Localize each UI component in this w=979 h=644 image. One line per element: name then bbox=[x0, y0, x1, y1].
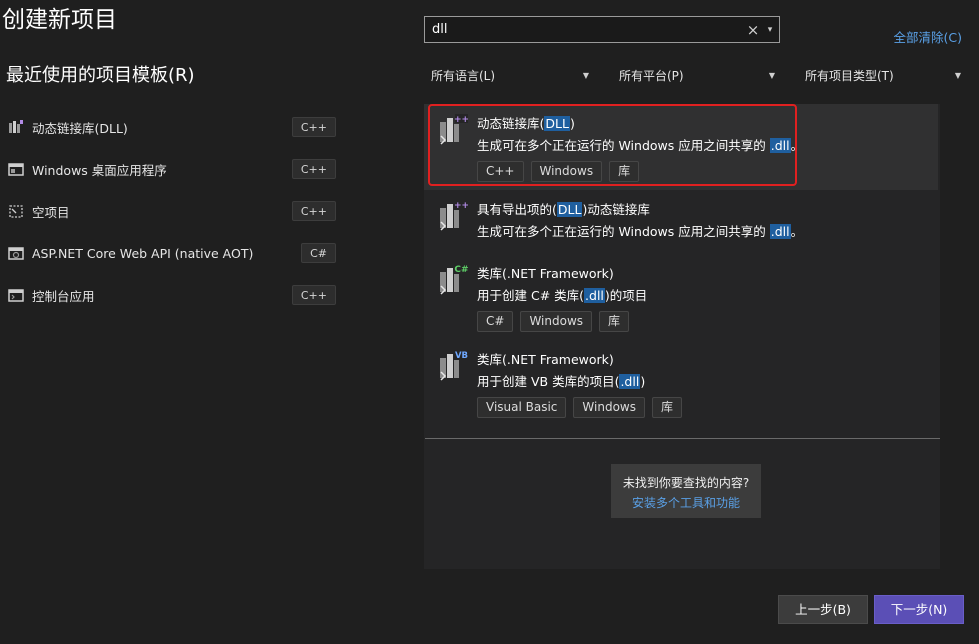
clear-all-link[interactable]: 全部清除(C) bbox=[894, 27, 962, 46]
search-clear-icon[interactable]: × bbox=[745, 21, 761, 39]
recent-template-tag: C++ bbox=[291, 159, 336, 179]
tag-type: 库 bbox=[652, 397, 683, 418]
recent-template-label: Windows 桌面应用程序 bbox=[32, 162, 167, 178]
match-highlight: .dll bbox=[619, 374, 641, 389]
result-name: 类库(.NET Framework) bbox=[477, 352, 614, 367]
result-class-library-csharp[interactable]: C# 类库(.NET Framework) 用于创建 C# 类库(.dll)的项… bbox=[424, 254, 938, 338]
recent-template-label: 动态链接库(DLL) bbox=[32, 120, 128, 136]
result-dll[interactable]: ++ 动态链接库(DLL) 生成可在多个正在运行的 Windows 应用之间共享… bbox=[424, 104, 938, 190]
language-filter-label: 所有语言(L) bbox=[431, 68, 496, 83]
install-tools-link[interactable]: 安装多个工具和功能 bbox=[611, 494, 761, 511]
recent-templates-heading: 最近使用的项目模板(R) bbox=[6, 65, 195, 86]
tag-platform: Windows bbox=[573, 397, 645, 418]
result-name: 具有导出项的(DLL)动态链接库 bbox=[477, 202, 650, 217]
web-api-icon bbox=[8, 247, 24, 260]
result-name: 动态链接库(DLL) bbox=[477, 116, 575, 131]
recent-template-tag: C++ bbox=[291, 201, 336, 221]
tag-type: 库 bbox=[599, 311, 630, 332]
recent-template-label: ASP.NET Core Web API (native AOT) bbox=[32, 245, 254, 261]
result-tags: Visual Basic Windows 库 bbox=[477, 397, 683, 418]
recent-template-tag: C++ bbox=[291, 285, 336, 305]
recent-template-web-api[interactable]: ASP.NET Core Web API (native AOT) C# bbox=[4, 238, 336, 268]
recent-template-dll[interactable]: 动态链接库(DLL) C++ bbox=[4, 112, 336, 142]
dll-template-icon: ++ bbox=[440, 114, 468, 145]
recent-template-label: 空项目 bbox=[32, 204, 70, 220]
console-app-icon bbox=[8, 289, 24, 302]
match-highlight: .dll bbox=[769, 138, 791, 153]
result-description: 用于创建 C# 类库(.dll)的项目 bbox=[477, 288, 648, 303]
csharp-class-library-icon: C# bbox=[440, 264, 468, 295]
chevron-down-icon: ▼ bbox=[768, 70, 775, 80]
result-tags: C++ Windows 库 bbox=[477, 161, 640, 182]
back-button[interactable]: 上一步(B) bbox=[778, 595, 868, 624]
match-highlight: .dll bbox=[584, 288, 605, 303]
tag-language: C# bbox=[477, 311, 514, 332]
match-highlight: .dll bbox=[769, 224, 791, 239]
result-name: 类库(.NET Framework) bbox=[477, 266, 614, 281]
cpp-badge: ++ bbox=[454, 201, 468, 211]
template-search-input[interactable] bbox=[425, 17, 745, 42]
search-history-dropdown-icon[interactable]: ▾ bbox=[761, 25, 779, 35]
recent-template-label: 控制台应用 bbox=[32, 288, 95, 304]
recent-template-tag: C++ bbox=[291, 117, 336, 137]
csharp-badge: C# bbox=[454, 265, 468, 275]
not-found-panel: 未找到你要查找的内容? 安装多个工具和功能 bbox=[611, 464, 761, 518]
tag-platform: Windows bbox=[520, 311, 593, 332]
next-button[interactable]: 下一步(N) bbox=[874, 595, 964, 624]
result-description: 生成可在多个正在运行的 Windows 应用之间共享的 .dll。 bbox=[477, 224, 804, 239]
dll-exports-template-icon: ++ bbox=[440, 200, 468, 231]
windows-desktop-app-icon bbox=[8, 163, 24, 176]
chevron-down-icon: ▼ bbox=[582, 70, 589, 80]
empty-project-icon bbox=[9, 205, 23, 218]
template-search-box[interactable]: × ▾ bbox=[424, 16, 780, 43]
result-tags: C# Windows 库 bbox=[477, 311, 630, 332]
result-description: 用于创建 VB 类库的项目(.dll) bbox=[477, 374, 646, 389]
vb-class-library-icon: VB bbox=[440, 350, 468, 381]
platform-filter-label: 所有平台(P) bbox=[619, 68, 684, 83]
vb-badge: VB bbox=[455, 351, 468, 361]
chevron-down-icon: ▼ bbox=[954, 70, 961, 80]
project-type-filter-dropdown[interactable]: 所有项目类型(T) ▼ bbox=[805, 63, 961, 87]
recent-template-empty-project[interactable]: 空项目 C++ bbox=[4, 196, 336, 226]
not-found-text: 未找到你要查找的内容? bbox=[622, 476, 750, 490]
dll-project-icon bbox=[9, 120, 23, 133]
cpp-badge: ++ bbox=[454, 115, 468, 125]
recent-template-tag: C# bbox=[301, 243, 336, 263]
results-divider bbox=[425, 438, 940, 439]
recent-template-console-app[interactable]: 控制台应用 C++ bbox=[4, 280, 336, 310]
result-description: 生成可在多个正在运行的 Windows 应用之间共享的 .dll。 bbox=[477, 138, 804, 153]
project-type-filter-label: 所有项目类型(T) bbox=[805, 68, 894, 83]
match-highlight: DLL bbox=[544, 116, 570, 131]
tag-language: C++ bbox=[477, 161, 524, 182]
tag-type: 库 bbox=[609, 161, 640, 182]
recent-template-windows-desktop[interactable]: Windows 桌面应用程序 C++ bbox=[4, 154, 336, 184]
language-filter-dropdown[interactable]: 所有语言(L) ▼ bbox=[431, 63, 589, 87]
match-highlight: DLL bbox=[556, 202, 583, 217]
result-dll-exports[interactable]: ++ 具有导出项的(DLL)动态链接库 生成可在多个正在运行的 Windows … bbox=[424, 190, 938, 250]
page-title: 创建新项目 bbox=[2, 7, 117, 33]
tag-platform: Windows bbox=[530, 161, 603, 182]
platform-filter-dropdown[interactable]: 所有平台(P) ▼ bbox=[619, 63, 775, 87]
tag-language: Visual Basic bbox=[477, 397, 567, 418]
result-class-library-vb[interactable]: VB 类库(.NET Framework) 用于创建 VB 类库的项目(.dll… bbox=[424, 340, 938, 424]
